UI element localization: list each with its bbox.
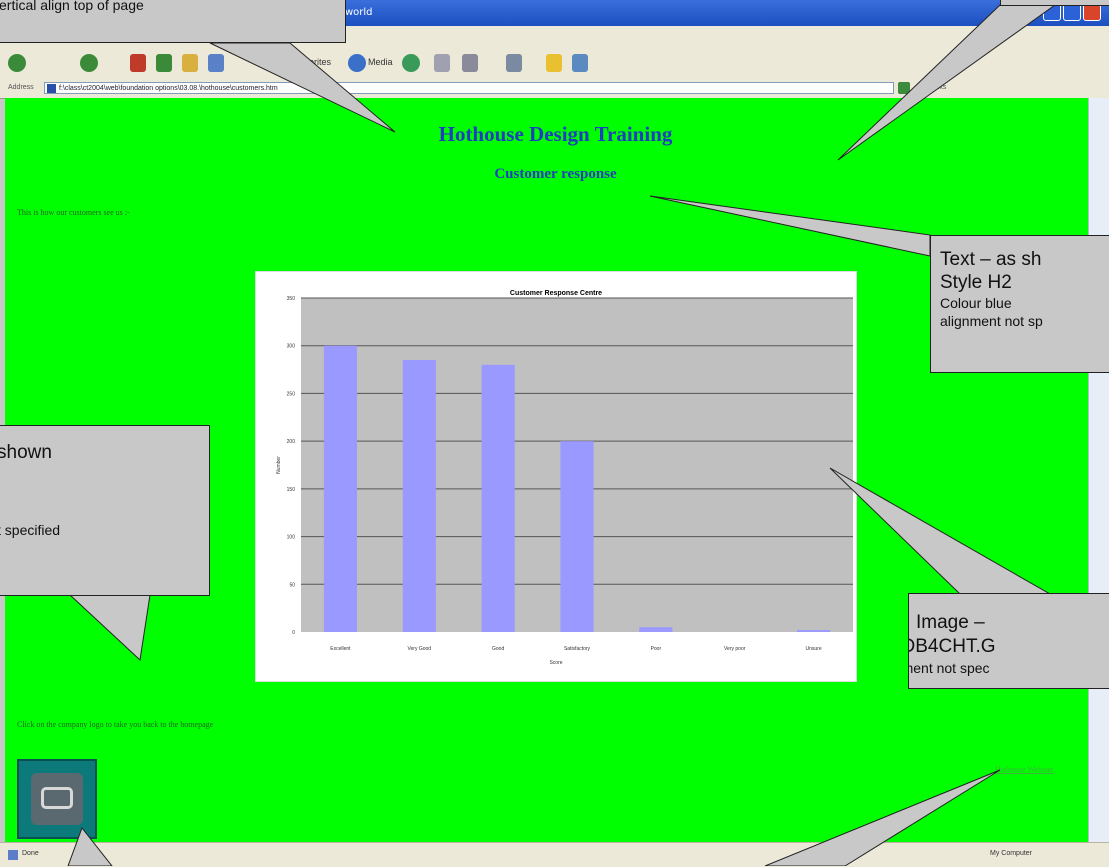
callout-left-detail: t specified — [0, 522, 61, 538]
chart-title: Customer Response Centre — [510, 290, 602, 297]
company-logo-link[interactable] — [17, 759, 97, 839]
chart-ytick-label: 150 — [287, 487, 296, 493]
window-title: world — [345, 7, 373, 18]
chart-ytick-label: 250 — [287, 391, 296, 397]
callout-image-title: Image – — [916, 612, 985, 633]
chart-ytick-label: 300 — [287, 344, 296, 350]
chart-bar — [560, 441, 594, 632]
refresh-icon[interactable] — [156, 54, 172, 72]
history-icon[interactable] — [402, 54, 420, 72]
callout-top-left-text: ertical align top of page — [0, 0, 144, 13]
page-title: Hothouse Design Training — [438, 122, 673, 146]
links-label[interactable]: Links — [930, 84, 946, 91]
logo-mark-icon — [41, 787, 73, 809]
callout-image: Image – FWDB4CHT.G alignment not spec — [908, 593, 1109, 689]
address-bar: Address f:\class\ct2004\web\foundation o… — [0, 80, 1109, 99]
callout-image-filename: FWDB4CHT.G — [909, 636, 996, 657]
chart-bar — [639, 627, 673, 632]
browser-toolbar: Favorites Media — [0, 48, 1109, 81]
logo-instruction-text: Click on the company logo to take you ba… — [17, 720, 214, 729]
page-status-icon — [8, 850, 18, 860]
chart-ytick-label: 350 — [287, 296, 296, 302]
address-url: f:\class\ct2004\web\foundation options\0… — [59, 85, 278, 92]
chart-xtick-label: Excellent — [330, 646, 351, 652]
media-icon[interactable] — [348, 54, 366, 72]
media-label[interactable]: Media — [368, 57, 393, 67]
chart-xtick-label: Very poor — [724, 646, 746, 652]
callout-h2-style: Text – as sh Style H2 Colour blue alignm… — [930, 235, 1109, 373]
chart-bar — [797, 630, 831, 632]
callout-h2-alignment: alignment not sp — [940, 313, 1043, 329]
stop-icon[interactable] — [130, 54, 146, 72]
edit-icon[interactable] — [506, 54, 522, 72]
chart-bar — [323, 345, 357, 632]
chart-xtick-label: Very Good — [407, 646, 431, 652]
go-button[interactable] — [898, 82, 910, 94]
chart-xtick-label: Poor — [651, 646, 662, 652]
chart-ytick-label: 0 — [292, 630, 295, 636]
customer-response-chart: Customer Response Centre 0 50 100 150 200 250 3… — [255, 271, 857, 682]
callout-h2-title: Text – as sh — [940, 249, 1042, 270]
forward-icon[interactable] — [80, 54, 98, 72]
favorites-label[interactable]: Favorites — [294, 57, 331, 67]
chart-svg: Customer Response Centre 0 50 100 150 200 250 3… — [276, 290, 853, 666]
chart-xtick-label: Unsure — [806, 646, 822, 652]
vertical-scrollbar[interactable] — [1088, 98, 1109, 842]
status-bar: Done My Computer — [0, 842, 1109, 867]
page-subtitle: Customer response — [494, 166, 617, 182]
intro-text: This is how our customers see us :- — [17, 208, 130, 217]
callout-image-alignment: alignment not spec — [909, 660, 990, 676]
chart-bar — [402, 360, 436, 632]
callout-left-text: shown t specified — [0, 425, 210, 596]
security-zone: My Computer — [990, 850, 1033, 857]
logo-emblem — [31, 773, 83, 825]
chart-ylabel: Number — [276, 456, 282, 474]
address-label: Address — [8, 84, 34, 91]
callout-top-right — [1000, 0, 1109, 6]
status-text: Done — [22, 850, 39, 857]
chart-xtick-label: Satisfactory — [564, 646, 591, 652]
print-icon[interactable] — [462, 54, 478, 72]
callout-top-left: ertical align top of page — [0, 0, 346, 43]
callout-h2-style-name: Style H2 — [940, 272, 1012, 293]
chart-ytick-label: 50 — [289, 582, 295, 588]
back-icon[interactable] — [8, 54, 26, 72]
folder-icon[interactable] — [546, 54, 562, 72]
chart-xtick-label: Good — [492, 646, 504, 652]
chart-ytick-label: 100 — [287, 535, 296, 541]
mail-icon[interactable] — [434, 54, 450, 72]
messenger-icon[interactable] — [572, 54, 588, 72]
home-icon[interactable] — [182, 54, 198, 72]
chart-xlabel: Score — [549, 660, 562, 666]
callout-h2-colour: Colour blue — [940, 295, 1012, 311]
hothouse-website-link[interactable]: Hothouse Website — [995, 765, 1053, 774]
callout-left-title: shown — [0, 442, 52, 463]
chart-bar — [481, 364, 515, 632]
search-icon[interactable] — [208, 54, 224, 72]
page-favicon-icon — [47, 84, 56, 93]
address-input[interactable]: f:\class\ct2004\web\foundation options\0… — [44, 82, 894, 94]
chart-ytick-label: 200 — [287, 439, 296, 445]
